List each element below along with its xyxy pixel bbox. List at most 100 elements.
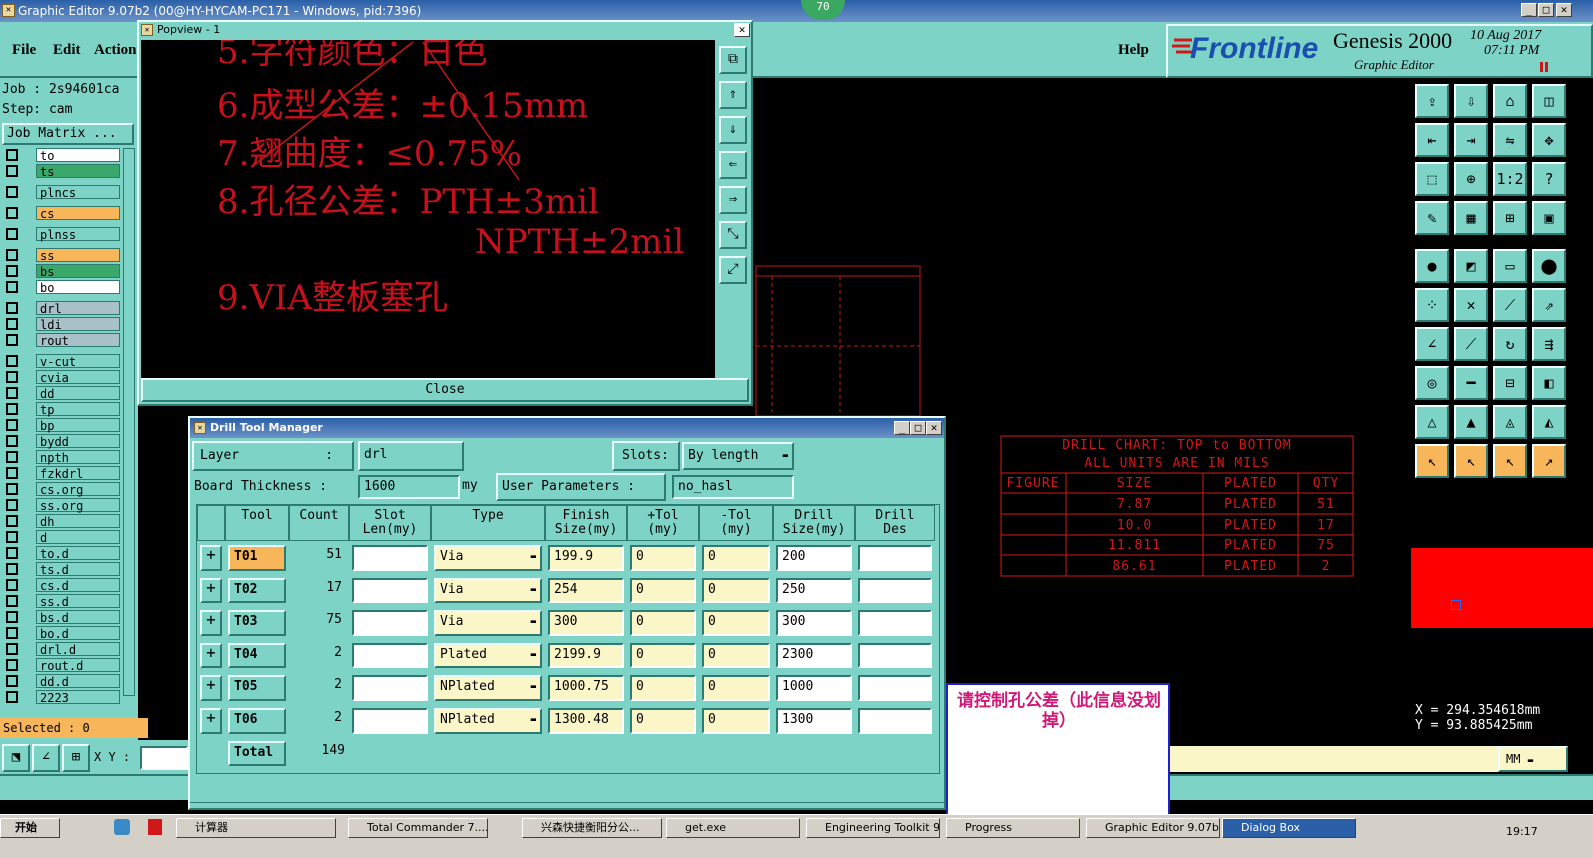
layer-row[interactable]: bydd: [4, 434, 120, 449]
menu-edit[interactable]: Edit: [53, 42, 81, 59]
layer-checkbox[interactable]: [6, 579, 18, 591]
dtm-scrollbar[interactable]: [190, 802, 944, 808]
layer-row[interactable]: ss: [4, 248, 120, 263]
expand-row-button[interactable]: +: [200, 708, 222, 734]
layer-checkbox[interactable]: [6, 547, 18, 559]
snap-icon[interactable]: ⬔: [2, 744, 30, 772]
layer-checkbox[interactable]: [6, 149, 18, 161]
select-pad-icon[interactable]: ●: [1415, 249, 1449, 283]
dtm-maximize-button[interactable]: □: [910, 421, 926, 435]
layer-name[interactable]: dd.d: [36, 674, 120, 689]
layer-checkbox[interactable]: [6, 207, 18, 219]
layer-name[interactable]: dd: [36, 386, 120, 401]
layer-name[interactable]: tp: [36, 402, 120, 417]
pan-left-icon[interactable]: ⇤: [1415, 123, 1449, 157]
layer-row[interactable]: to: [4, 148, 120, 163]
layer-name[interactable]: ss.org: [36, 498, 120, 513]
layer-scrollbar[interactable]: [123, 148, 135, 696]
arc-icon[interactable]: ↻: [1493, 327, 1527, 361]
layer-row[interactable]: ss.d: [4, 594, 120, 609]
layer-row[interactable]: ldi: [4, 317, 120, 332]
expand-row-button[interactable]: +: [200, 642, 222, 669]
layer-name[interactable]: plncs: [36, 185, 120, 200]
slot-length-input[interactable]: [352, 708, 428, 734]
move-icon[interactable]: ✥: [1532, 123, 1566, 157]
pause-icon[interactable]: [1540, 62, 1548, 72]
layer-row[interactable]: bo: [4, 280, 120, 295]
job-matrix-button[interactable]: Job Matrix ...: [2, 123, 134, 145]
finish-size-input[interactable]: 199.9: [548, 545, 624, 571]
layer-checkbox[interactable]: [6, 659, 18, 671]
layer-row[interactable]: dd: [4, 386, 120, 401]
layer-name[interactable]: ldi: [36, 317, 120, 332]
layer-checkbox[interactable]: [6, 691, 18, 703]
drill-size-input[interactable]: 1000: [776, 675, 852, 701]
taskbar-item[interactable]: get.exe: [666, 818, 800, 838]
layer-row[interactable]: plncs: [4, 185, 120, 200]
plus-tol-input[interactable]: 0: [630, 675, 696, 701]
layer-name[interactable]: ts: [36, 164, 120, 179]
layer-name[interactable]: cs.d: [36, 578, 120, 593]
user-params-input[interactable]: no_hasl: [672, 475, 794, 499]
layer-checkbox[interactable]: [6, 563, 18, 575]
type-dropdown[interactable]: Via ▬: [434, 610, 542, 636]
drill-des-input[interactable]: [858, 708, 932, 734]
layer-checkbox[interactable]: [6, 265, 18, 277]
popview-close-button[interactable]: Close: [141, 378, 749, 402]
popview-zoom-out-icon[interactable]: ⤡: [719, 221, 747, 249]
layer-row[interactable]: cs: [4, 206, 120, 221]
type-dropdown[interactable]: NPlated ▬: [434, 708, 542, 734]
pad-add-icon[interactable]: ◎: [1415, 366, 1449, 400]
slot-length-input[interactable]: [352, 610, 428, 636]
scale-icon[interactable]: 1:2: [1493, 162, 1527, 196]
layer-checkbox[interactable]: [6, 675, 18, 687]
measure-icon[interactable]: ⊞: [1493, 201, 1527, 235]
minus-tol-input[interactable]: 0: [702, 577, 770, 604]
command-input[interactable]: [1168, 746, 1498, 772]
plus-tol-input[interactable]: 0: [630, 577, 696, 604]
popview-zoom-home-icon[interactable]: ⧉: [719, 46, 747, 74]
drill-size-input[interactable]: 1300: [776, 708, 852, 734]
layer-name[interactable]: cs: [36, 206, 120, 221]
layer-checkbox[interactable]: [6, 499, 18, 511]
minus-tol-input[interactable]: 0: [702, 675, 770, 701]
layer-name[interactable]: npth: [36, 450, 120, 465]
type-dropdown[interactable]: Plated ▬: [434, 642, 542, 669]
start-button[interactable]: 开始: [0, 818, 60, 838]
popview-pan-left-icon[interactable]: ⇐: [719, 151, 747, 179]
layer-row[interactable]: drl.d: [4, 642, 120, 657]
layer-name[interactable]: bp: [36, 418, 120, 433]
layer-checkbox[interactable]: [6, 355, 18, 367]
line-icon[interactable]: ◩: [1454, 249, 1488, 283]
layer-row[interactable]: rout.d: [4, 658, 120, 673]
taskbar-item[interactable]: Dialog Box: [1222, 818, 1356, 838]
layer-row[interactable]: bo.d: [4, 626, 120, 641]
type-dropdown[interactable]: Via ▬: [434, 577, 542, 604]
layer-name[interactable]: to.d: [36, 546, 120, 561]
layer-row[interactable]: ss.org: [4, 498, 120, 513]
pointer-route-icon[interactable]: ↗: [1532, 444, 1566, 478]
minus-tol-input[interactable]: 0: [702, 642, 770, 669]
layer-name[interactable]: bydd: [36, 434, 120, 449]
layer-name[interactable]: rout: [36, 333, 120, 348]
pointer-select-icon[interactable]: ↖: [1454, 444, 1488, 478]
layer-checkbox[interactable]: [6, 451, 18, 463]
layer-checkbox[interactable]: [6, 318, 18, 330]
drill-des-input[interactable]: [858, 610, 932, 636]
layer-name[interactable]: 2223: [36, 690, 120, 705]
type-dropdown[interactable]: NPlated ▬: [434, 675, 542, 701]
drill-des-input[interactable]: [858, 545, 932, 571]
grid-icon[interactable]: ▦: [1454, 201, 1488, 235]
maximize-button[interactable]: □: [1538, 3, 1554, 17]
layer-name[interactable]: bs.d: [36, 610, 120, 625]
drill-size-input[interactable]: 200: [776, 545, 852, 571]
layer-name[interactable]: ss.d: [36, 594, 120, 609]
cross-icon[interactable]: ✕: [1454, 288, 1488, 322]
layer-row[interactable]: npth: [4, 450, 120, 465]
layer-checkbox[interactable]: [6, 387, 18, 399]
layer-checkbox[interactable]: [6, 419, 18, 431]
route-icon[interactable]: ⟋: [1493, 288, 1527, 322]
slot-length-input[interactable]: [352, 675, 428, 701]
layer-checkbox[interactable]: [6, 302, 18, 314]
layer-checkbox[interactable]: [6, 483, 18, 495]
